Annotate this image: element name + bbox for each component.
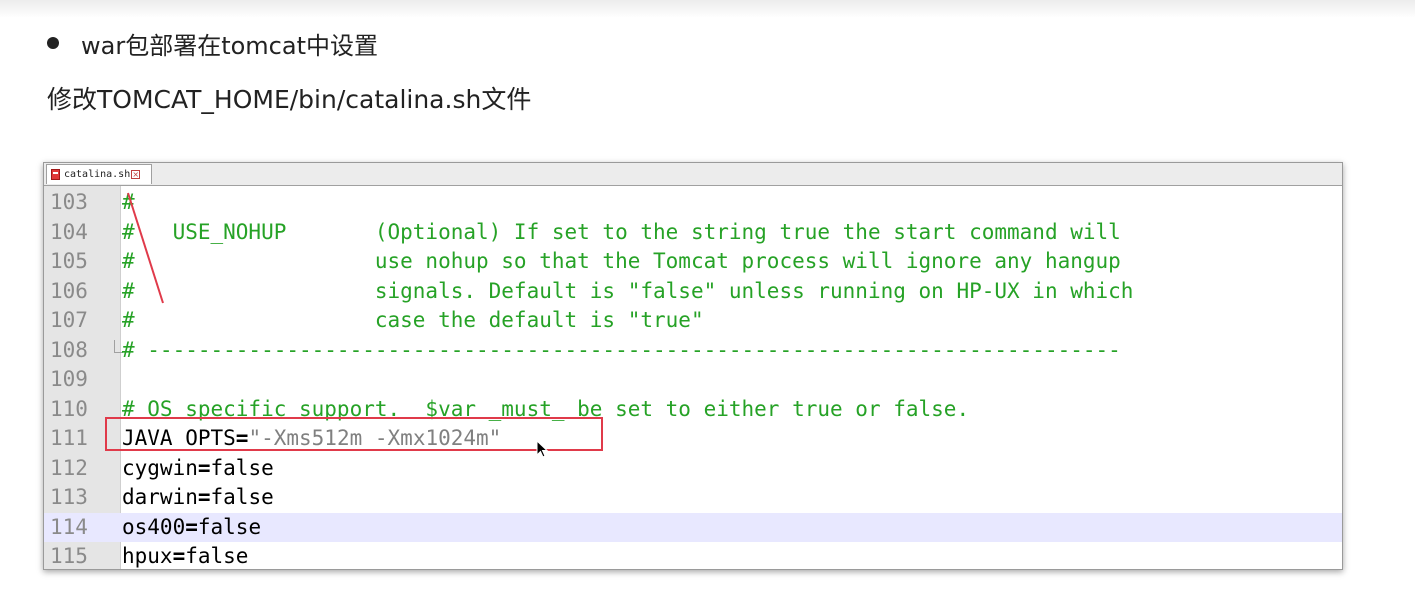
code-text: hpux=false <box>122 542 249 569</box>
close-icon[interactable]: × <box>131 170 141 179</box>
line-number: 105 <box>50 249 88 273</box>
comment-text: # use nohup so that the Tomcat process w… <box>122 249 1121 273</box>
line-number: 103 <box>50 190 88 214</box>
line-number: 114 <box>50 514 88 539</box>
comment-text: # signals. Default is "false" unless run… <box>122 278 1134 303</box>
assign-operator: = <box>197 455 211 480</box>
var-value: false <box>185 544 249 568</box>
mouse-cursor-icon <box>536 440 549 458</box>
line-number: 109 <box>50 367 88 391</box>
assign-operator: = <box>172 544 186 568</box>
bullet-dot-icon <box>47 37 59 49</box>
highlight-box <box>105 417 603 451</box>
tab-label: catalina.sh <box>64 169 131 180</box>
line-number: 112 <box>50 455 88 480</box>
code-line: 112 cygwin=false <box>44 454 1342 484</box>
line-number: 111 <box>50 426 88 450</box>
var-name: hpux <box>122 544 173 568</box>
code-line: 113 darwin=false <box>44 483 1342 513</box>
line-number: 113 <box>50 485 88 509</box>
save-file-icon <box>51 169 60 180</box>
bullet-item: war包部署在tomcat中设置 <box>47 26 378 60</box>
tab-bar: catalina.sh × <box>44 163 1342 186</box>
comment-text: # case the default is "true" <box>122 308 704 332</box>
top-bar <box>0 0 1415 18</box>
line-number: 115 <box>50 544 88 568</box>
var-name: darwin <box>122 485 198 509</box>
code-area[interactable]: 103 # 104 # USE_NOHUP (Optional) If set … <box>44 186 1342 569</box>
subtitle: 修改TOMCAT_HOME/bin/catalina.sh文件 <box>47 85 532 114</box>
line-number: 104 <box>50 219 88 244</box>
line-number: 108 <box>50 337 88 362</box>
var-value: false <box>210 455 274 480</box>
assign-operator: = <box>185 514 198 539</box>
code-editor: catalina.sh × 103 # 104 # USE_NOHUP (Opt… <box>43 162 1343 570</box>
var-value: false <box>197 514 262 539</box>
line-number: 106 <box>50 278 88 303</box>
code-line: 104 # USE_NOHUP (Optional) If set to the… <box>44 218 1342 248</box>
var-name: cygwin <box>122 455 198 480</box>
comment-text: # --------------------------------------… <box>122 337 1121 362</box>
code-line: 107 # case the default is "true" <box>44 306 1342 336</box>
bullet-text: war包部署在tomcat中设置 <box>81 31 378 60</box>
var-name: os400 <box>122 514 186 539</box>
comment-text: # <box>122 190 135 214</box>
code-line: 106 # signals. Default is "false" unless… <box>44 277 1342 307</box>
code-text: cygwin=false <box>122 454 274 484</box>
code-text: darwin=false <box>122 483 274 513</box>
line-number: 110 <box>50 396 88 421</box>
tab-catalina-sh[interactable]: catalina.sh × <box>46 164 152 184</box>
code-line: 115 hpux=false <box>44 542 1342 569</box>
line-number: 107 <box>50 308 88 332</box>
code-text: os400=false <box>122 513 261 543</box>
comment-text: # USE_NOHUP (Optional) If set to the str… <box>122 219 1121 244</box>
code-line: 103 # <box>44 188 1342 218</box>
assign-operator: = <box>197 485 211 509</box>
current-line: 114 os400=false <box>44 512 1342 543</box>
code-line: 108 # ----------------------------------… <box>44 336 1342 366</box>
code-line: 105 # use nohup so that the Tomcat proce… <box>44 247 1342 277</box>
code-line: 109 <box>44 365 1342 395</box>
var-value: false <box>210 485 274 509</box>
